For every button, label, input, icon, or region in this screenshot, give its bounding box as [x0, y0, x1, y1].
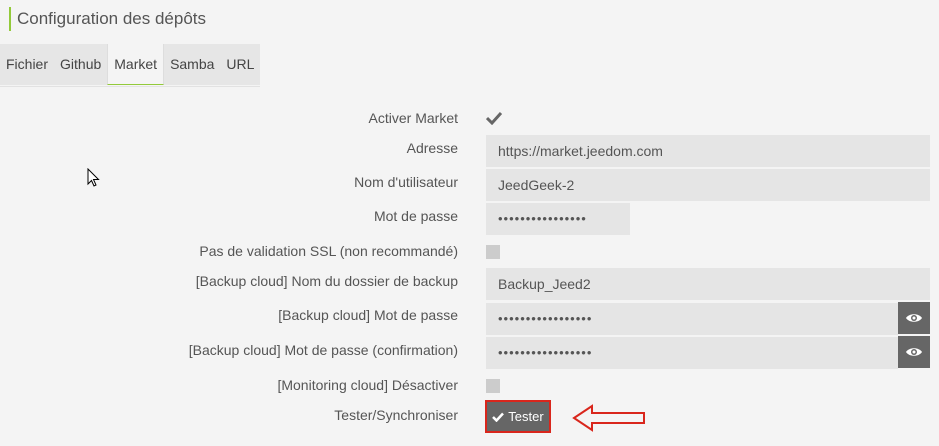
backup-password-confirm-label: [Backup cloud] Mot de passe (confirmatio… [188, 342, 458, 358]
tab-github[interactable]: Github [54, 44, 108, 85]
tab-samba[interactable]: Samba [164, 44, 221, 85]
backup-folder-label: [Backup cloud] Nom du dossier de backup [195, 273, 458, 289]
show-password-button[interactable] [898, 302, 930, 334]
mot-de-passe-input[interactable]: •••••••••••••••• [486, 203, 630, 235]
nom-utilisateur-input[interactable]: JeedGeek-2 [486, 169, 930, 201]
show-password-confirm-button[interactable] [898, 336, 930, 368]
tab-fichier[interactable]: Fichier [0, 44, 55, 85]
backup-password-label: [Backup cloud] Mot de passe [278, 307, 458, 323]
activer-market-label: Activer Market [368, 110, 458, 126]
repository-tabs: Fichier Github Market Samba URL [0, 44, 261, 87]
annotation-arrow-icon [572, 404, 645, 432]
backup-password-confirm-input[interactable]: ••••••••••••••••• [486, 337, 898, 369]
panel-title: Configuration des dépôts [9, 7, 206, 31]
nom-utilisateur-label: Nom d'utilisateur [354, 174, 458, 190]
eye-icon [906, 348, 922, 356]
tab-market[interactable]: Market [107, 44, 165, 85]
activer-market-checkbox[interactable] [486, 111, 502, 125]
mot-de-passe-label: Mot de passe [373, 208, 458, 224]
eye-icon [906, 314, 922, 322]
ssl-validation-label: Pas de validation SSL (non recommandé) [199, 243, 458, 259]
tab-url[interactable]: URL [220, 44, 261, 85]
monitoring-checkbox[interactable] [486, 379, 500, 393]
tester-label: Tester/Synchroniser [334, 407, 458, 423]
ssl-validation-checkbox[interactable] [486, 245, 500, 259]
tester-button-label: Tester [508, 409, 544, 424]
backup-folder-input[interactable]: Backup_Jeed2 [486, 268, 930, 300]
backup-password-input[interactable]: ••••••••••••••••• [486, 303, 898, 335]
monitoring-label: [Monitoring cloud] Désactiver [277, 377, 458, 393]
tester-button[interactable]: Tester [485, 400, 551, 433]
adresse-label: Adresse [406, 140, 458, 156]
check-icon [492, 412, 505, 422]
adresse-input[interactable]: https://market.jeedom.com [486, 135, 930, 167]
mouse-cursor-icon [87, 168, 100, 187]
